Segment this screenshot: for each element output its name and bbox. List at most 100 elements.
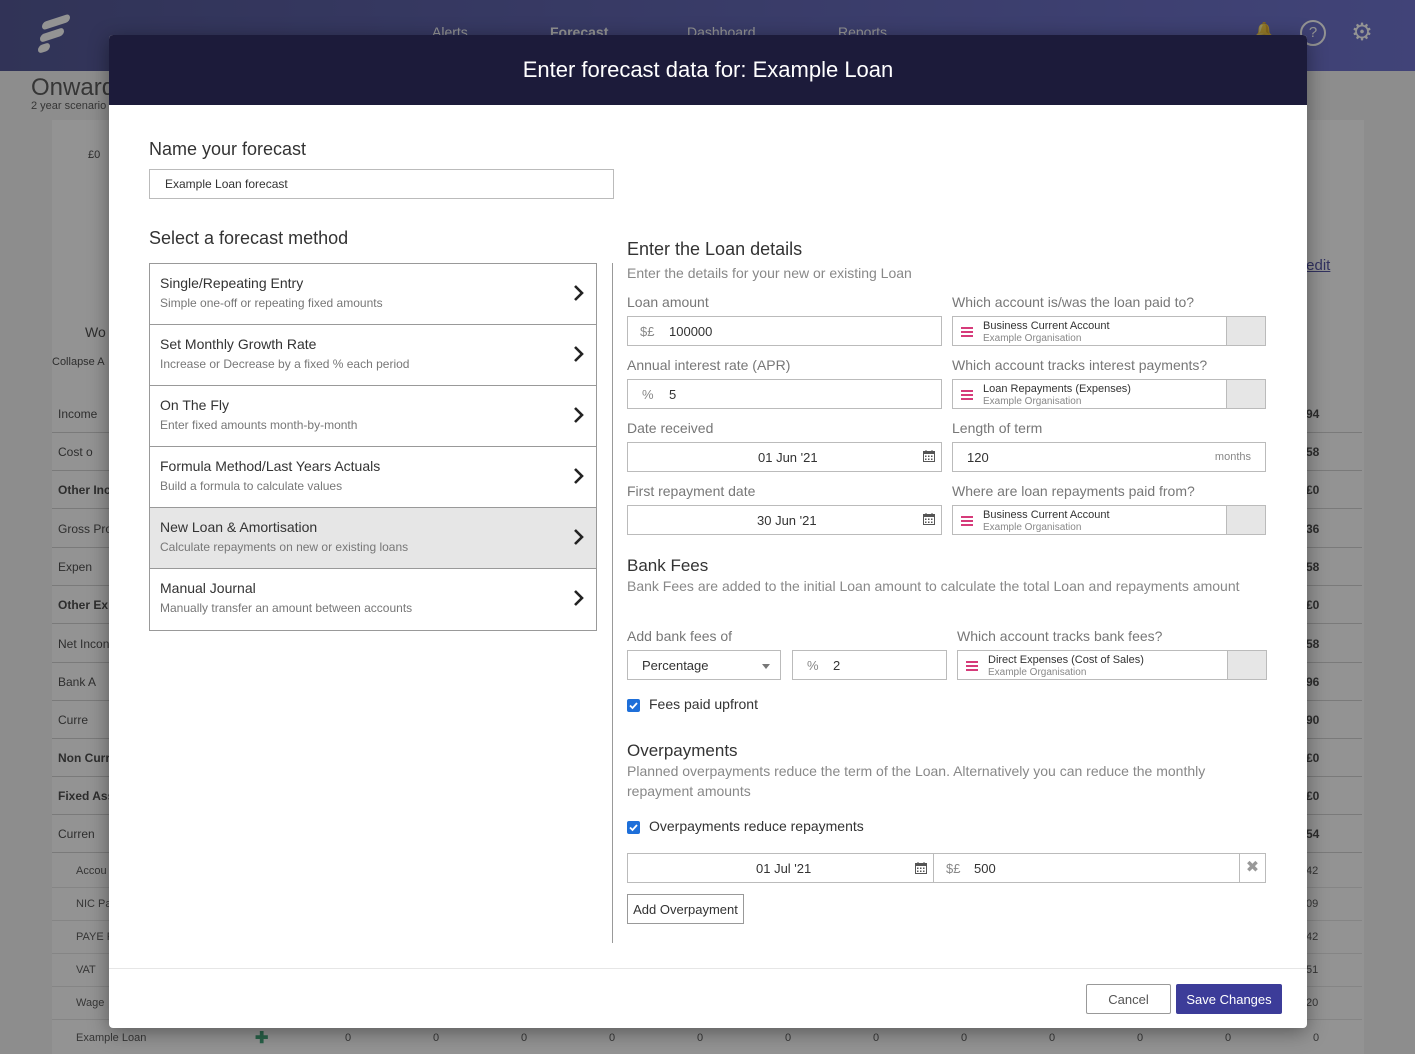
overpayment-date-value: 01 Jul '21 <box>756 861 812 876</box>
chevron-right-icon <box>574 468 584 484</box>
first-repayment-label: First repayment date <box>627 483 756 499</box>
account-name: Direct Expenses (Cost of Sales) <box>988 654 1144 666</box>
overpayments-heading: Overpayments <box>627 741 738 760</box>
loan-heading: Enter the Loan details <box>627 239 803 259</box>
bank-fees-desc: Bank Fees are added to the initial Loan … <box>627 578 1240 594</box>
apr-value: 5 <box>669 387 677 402</box>
overpayments-reduce-checkbox[interactable] <box>627 821 640 834</box>
method-desc: Manually transfer an amount between acco… <box>160 601 413 615</box>
fees-upfront-label[interactable]: Fees paid upfront <box>649 696 758 712</box>
account-org: Example Organisation <box>983 333 1082 344</box>
forecast-modal: Enter forecast data for: Example Loan Na… <box>109 35 1307 1028</box>
account-icon <box>966 661 978 671</box>
method-title: Set Monthly Growth Rate <box>160 336 317 352</box>
check-icon <box>629 702 638 710</box>
method-item[interactable]: Set Monthly Growth Rate Increase or Decre… <box>150 325 596 386</box>
method-title: Formula Method/Last Years Actuals <box>160 458 381 474</box>
loan-amount-value: 100000 <box>669 324 713 339</box>
method-heading: Select a forecast method <box>149 228 349 248</box>
overpayment-date-input[interactable]: 01 Jul '21 <box>628 854 934 882</box>
account-dropdown[interactable] <box>1226 380 1265 408</box>
method-desc: Build a formula to calculate values <box>160 479 343 493</box>
overpayments-reduce-label[interactable]: Overpayments reduce repayments <box>649 818 864 834</box>
account-org: Example Organisation <box>983 396 1082 407</box>
method-desc: Calculate repayments on new or existing … <box>160 540 409 554</box>
fees-upfront-checkbox[interactable] <box>627 699 640 712</box>
overpayment-amount-input[interactable]: $£ 500 <box>934 854 1240 882</box>
apr-label: Annual interest rate (APR) <box>627 357 791 373</box>
chevron-right-icon <box>574 346 584 362</box>
account-icon <box>961 516 973 526</box>
percent-prefix: % <box>642 387 654 402</box>
chevron-right-icon <box>574 590 584 606</box>
method-desc: Enter fixed amounts month-by-month <box>160 418 358 432</box>
overpayment-amount-value: 500 <box>974 861 996 876</box>
calendar-icon[interactable] <box>915 862 927 874</box>
chevron-right-icon <box>574 285 584 301</box>
method-title: Manual Journal <box>160 580 256 596</box>
forecast-name-input[interactable] <box>149 169 614 199</box>
method-desc: Increase or Decrease by a fixed % each p… <box>160 357 410 371</box>
fee-account-select[interactable]: Direct Expenses (Cost of Sales) Example … <box>957 650 1267 680</box>
modal-footer: Cancel Save Changes <box>109 968 1307 1028</box>
remove-overpayment-icon[interactable]: ✖ <box>1240 854 1265 882</box>
method-title: On The Fly <box>160 397 229 413</box>
chevron-right-icon <box>574 529 584 545</box>
overpayments-desc: Planned overpayments reduce the term of … <box>627 763 1206 799</box>
first-repayment-input[interactable]: 30 Jun '21 <box>627 505 942 535</box>
method-title: Single/Repeating Entry <box>160 275 304 291</box>
first-repayment-value: 30 Jun '21 <box>757 513 817 528</box>
method-item[interactable]: New Loan & Amortisation Calculate repayme… <box>150 508 596 569</box>
date-received-input[interactable]: 01 Jun '21 <box>627 442 942 472</box>
account-dropdown[interactable] <box>1226 317 1265 345</box>
method-item[interactable]: Manual Journal Manually transfer an amoun… <box>150 569 596 630</box>
fee-type-select[interactable]: Percentage <box>627 650 781 680</box>
calendar-icon[interactable] <box>923 513 935 525</box>
account-org: Example Organisation <box>983 522 1082 533</box>
name-heading: Name your forecast <box>149 139 307 159</box>
currency-prefix: $£ <box>640 324 655 339</box>
method-item[interactable]: Formula Method/Last Years Actuals Build a… <box>150 447 596 508</box>
account-dropdown[interactable] <box>1226 506 1265 534</box>
account-name: Business Current Account <box>983 320 1110 332</box>
interest-account-select[interactable]: Loan Repayments (Expenses) Example Organ… <box>952 379 1266 409</box>
chevron-down-icon <box>762 664 770 669</box>
term-input[interactable]: 120 months <box>952 442 1266 472</box>
fee-account-label: Which account tracks bank fees? <box>957 628 1163 644</box>
account-name: Loan Repayments (Expenses) <box>983 383 1131 395</box>
account-dropdown[interactable] <box>1227 651 1266 679</box>
term-suffix: months <box>1214 451 1251 463</box>
method-list: Single/Repeating Entry Simple one-off or … <box>149 263 597 631</box>
chevron-right-icon <box>574 407 584 423</box>
fee-percent-input[interactable]: % 2 <box>792 650 947 680</box>
loan-subheading: Enter the details for your new or existi… <box>627 265 912 281</box>
calendar-icon[interactable] <box>923 450 935 462</box>
fee-percent-value: 2 <box>833 658 841 673</box>
method-desc: Simple one-off or repeating fixed amount… <box>160 296 383 310</box>
repay-from-account-select[interactable]: Business Current Account Example Organis… <box>952 505 1266 535</box>
apr-input[interactable]: % 5 <box>627 379 942 409</box>
add-fees-label: Add bank fees of <box>627 628 733 644</box>
term-value: 120 <box>967 450 989 465</box>
method-item[interactable]: Single/Repeating Entry Simple one-off or … <box>150 264 596 325</box>
account-icon <box>961 390 973 400</box>
method-item[interactable]: On The Fly Enter fixed amounts month-by-m… <box>150 386 596 447</box>
overpayment-row: 01 Jul '21 $£ 500 ✖ <box>627 853 1266 883</box>
divider <box>612 263 613 943</box>
fee-type-value: Percentage <box>642 658 709 673</box>
save-changes-button[interactable]: Save Changes <box>1176 984 1282 1014</box>
cancel-button[interactable]: Cancel <box>1086 984 1171 1014</box>
account-icon <box>961 327 973 337</box>
add-overpayment-button[interactable]: Add Overpayment <box>627 894 744 924</box>
date-received-value: 01 Jun '21 <box>758 450 818 465</box>
term-label: Length of term <box>952 420 1043 436</box>
interest-account-label: Which account tracks interest payments? <box>952 357 1208 373</box>
account-name: Business Current Account <box>983 509 1110 521</box>
loan-amount-input[interactable]: $£ 100000 <box>627 316 942 346</box>
currency-prefix: $£ <box>946 861 961 876</box>
paid-to-account-select[interactable]: Business Current Account Example Organis… <box>952 316 1266 346</box>
bank-fees-heading: Bank Fees <box>627 556 709 575</box>
modal-title: Enter forecast data for: Example Loan <box>109 35 1307 105</box>
date-received-label: Date received <box>627 420 714 436</box>
paid-to-label: Which account is/was the loan paid to? <box>952 294 1195 310</box>
